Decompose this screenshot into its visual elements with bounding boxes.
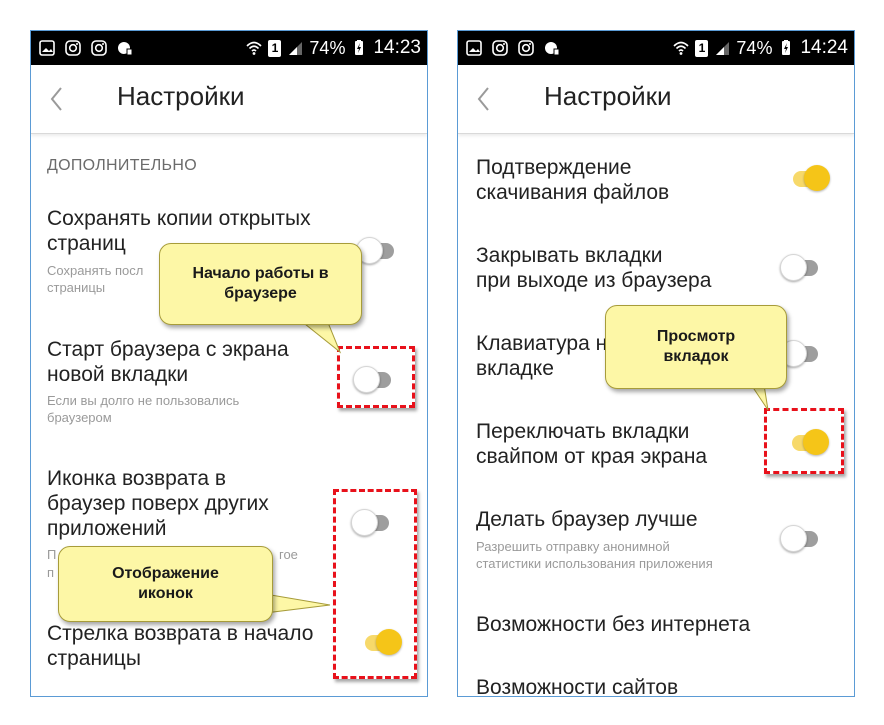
callout-text: Отображение [112,565,219,582]
callout-text: иконок [138,585,193,602]
callout-start-browser: Начало работы в браузере [159,243,362,325]
callout-text: вкладок [663,348,729,365]
callout-icons-display: Отображение иконок [58,546,273,622]
callout-text: Начало работы в [192,265,329,282]
callout-text: браузере [224,285,297,302]
callout-tabs-view: Просмотр вкладок [605,305,787,389]
callout-text: Просмотр [656,328,736,345]
